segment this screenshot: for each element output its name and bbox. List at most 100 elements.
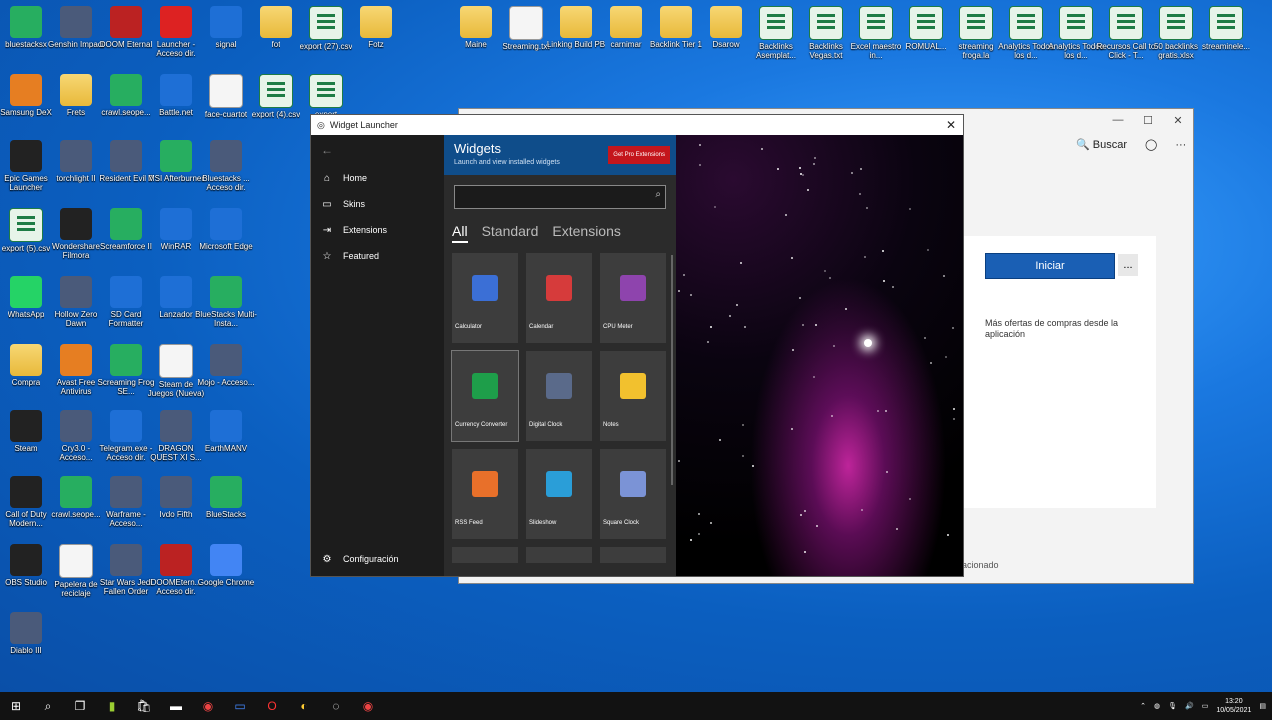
microphone-icon[interactable]: 🎙 — [1168, 702, 1177, 710]
star — [791, 427, 794, 430]
star — [807, 188, 810, 191]
desktop-icon[interactable]: EarthMANV — [194, 410, 258, 453]
app-icon — [110, 544, 142, 576]
more-icon[interactable]: ··· — [1175, 139, 1186, 151]
more-options-button[interactable]: ... — [1118, 254, 1138, 276]
account-icon[interactable]: ◯ — [1145, 138, 1157, 151]
maximize-icon[interactable]: ☐ — [1133, 109, 1163, 131]
nav-item-extensions[interactable]: ⇥ Extensions — [311, 217, 444, 243]
app-icon[interactable]: ▭ — [224, 692, 256, 720]
nav-item-skins[interactable]: ▭ Skins — [311, 191, 444, 217]
desktop-icon[interactable]: BlueStacks Multi-Insta... — [194, 276, 258, 328]
widget-tile[interactable]: Currency Converter — [451, 350, 519, 442]
desktop-icon[interactable]: streaminele... — [1194, 6, 1258, 51]
desktop-icon[interactable]: export — [294, 74, 358, 119]
windows-start-icon[interactable]: ⊞ — [0, 692, 32, 720]
search-button[interactable]: 🔍 Buscar — [1076, 138, 1127, 151]
star — [823, 270, 826, 273]
star — [865, 207, 868, 210]
app-icon — [60, 74, 92, 106]
star — [792, 348, 795, 351]
app-icon — [10, 74, 42, 106]
nav-item-settings[interactable]: ⚙ Configuración — [311, 546, 399, 572]
desktop-icon[interactable]: BlueStacks — [194, 476, 258, 519]
star — [943, 274, 946, 277]
battery-icon[interactable]: ▭ — [1202, 702, 1209, 710]
related-text: acionado — [962, 560, 999, 570]
notification-icon[interactable]: ▤ — [1259, 702, 1266, 710]
network-icon[interactable]: ◍ — [1154, 702, 1160, 710]
app-icon[interactable]: ▮ — [96, 692, 128, 720]
app-icon — [210, 476, 242, 508]
close-icon[interactable]: ✕ — [1163, 109, 1193, 131]
widget-tile[interactable] — [526, 547, 592, 563]
desktop-icon[interactable]: Mojo - Acceso... — [194, 344, 258, 387]
widget-tile[interactable]: RSS Feed — [452, 449, 518, 539]
task-view-icon[interactable]: ❐ — [64, 692, 96, 720]
star — [947, 533, 950, 536]
widget-label: Square Clock — [603, 520, 640, 526]
app-icon: ◎ — [317, 119, 325, 130]
widget-tile[interactable]: Digital Clock — [526, 351, 592, 441]
opera-icon[interactable]: O — [256, 692, 288, 720]
app-icon — [60, 276, 92, 308]
close-icon[interactable]: ✕ — [939, 118, 963, 132]
search-input[interactable]: ⌕ — [454, 185, 666, 209]
volume-icon[interactable]: 🔊 — [1185, 702, 1194, 710]
widget-tile[interactable]: Calculator — [452, 253, 518, 343]
star — [803, 510, 806, 513]
clock[interactable]: 13:20 10/05/2021 — [1216, 697, 1251, 715]
star — [882, 249, 885, 252]
desktop-icon[interactable]: Diablo III — [0, 612, 58, 655]
tab-standard[interactable]: Standard — [482, 223, 539, 243]
desktop-icon[interactable]: Google Chrome — [194, 544, 258, 587]
star — [804, 550, 807, 553]
star — [896, 528, 899, 531]
scrollbar[interactable] — [671, 255, 673, 485]
widget-icon — [472, 275, 498, 301]
widget-tile[interactable] — [452, 547, 518, 563]
desktop-icon[interactable]: Microsoft Edge — [194, 208, 258, 251]
desktop-icon-label: Microsoft Edge — [199, 242, 253, 251]
nav-item-home[interactable]: ⌂ Home — [311, 165, 444, 191]
widget-icon — [546, 471, 572, 497]
search-icon[interactable]: ⌕ — [655, 189, 661, 200]
widget-tile[interactable]: Slideshow — [526, 449, 592, 539]
star — [697, 512, 700, 515]
app-icon — [10, 344, 42, 376]
star — [741, 423, 744, 426]
star — [832, 344, 835, 347]
nav-item-featured[interactable]: ☆ Featured — [311, 243, 444, 269]
widget-tile[interactable]: Notes — [600, 351, 666, 441]
app-icon[interactable]: ◐ — [288, 692, 320, 720]
chrome-icon[interactable]: ◉ — [192, 692, 224, 720]
desktop-icon[interactable]: Bluestacks ... Acceso dir. — [194, 140, 258, 192]
star — [740, 262, 743, 265]
widget-tile[interactable]: CPU Meter — [600, 253, 666, 343]
date: 10/05/2021 — [1216, 707, 1252, 714]
chevron-up-icon[interactable]: ⌃ — [1140, 702, 1146, 710]
get-pro-button[interactable]: Get Pro Extensions — [608, 146, 670, 164]
widget-label: RSS Feed — [455, 520, 483, 526]
app-icon[interactable]: ▬ — [160, 692, 192, 720]
extensions-icon: ⇥ — [322, 224, 332, 236]
minimize-icon[interactable]: — — [1103, 109, 1133, 131]
widget-tile[interactable]: Square Clock — [600, 449, 666, 539]
star — [698, 533, 701, 536]
start-button[interactable]: Iniciar — [985, 253, 1115, 279]
star — [682, 274, 685, 277]
back-arrow-icon[interactable]: ← — [311, 135, 444, 165]
app-icon — [160, 544, 192, 576]
chrome-icon[interactable]: ◉ — [352, 692, 384, 720]
search-icon[interactable]: ⌕ — [32, 692, 64, 720]
app-icon[interactable]: ◌ — [320, 692, 352, 720]
tab-all[interactable]: All — [452, 223, 468, 243]
tab-extensions[interactable]: Extensions — [552, 223, 620, 243]
store-icon[interactable]: 🛍 — [128, 692, 160, 720]
widget-tile[interactable] — [600, 547, 666, 563]
widget-label: Calculator — [455, 324, 483, 330]
desktop-icon-label: Frets — [66, 108, 86, 117]
star — [728, 315, 731, 318]
desktop-icon[interactable]: Fotz — [344, 6, 408, 49]
widget-tile[interactable]: Calendar — [526, 253, 592, 343]
